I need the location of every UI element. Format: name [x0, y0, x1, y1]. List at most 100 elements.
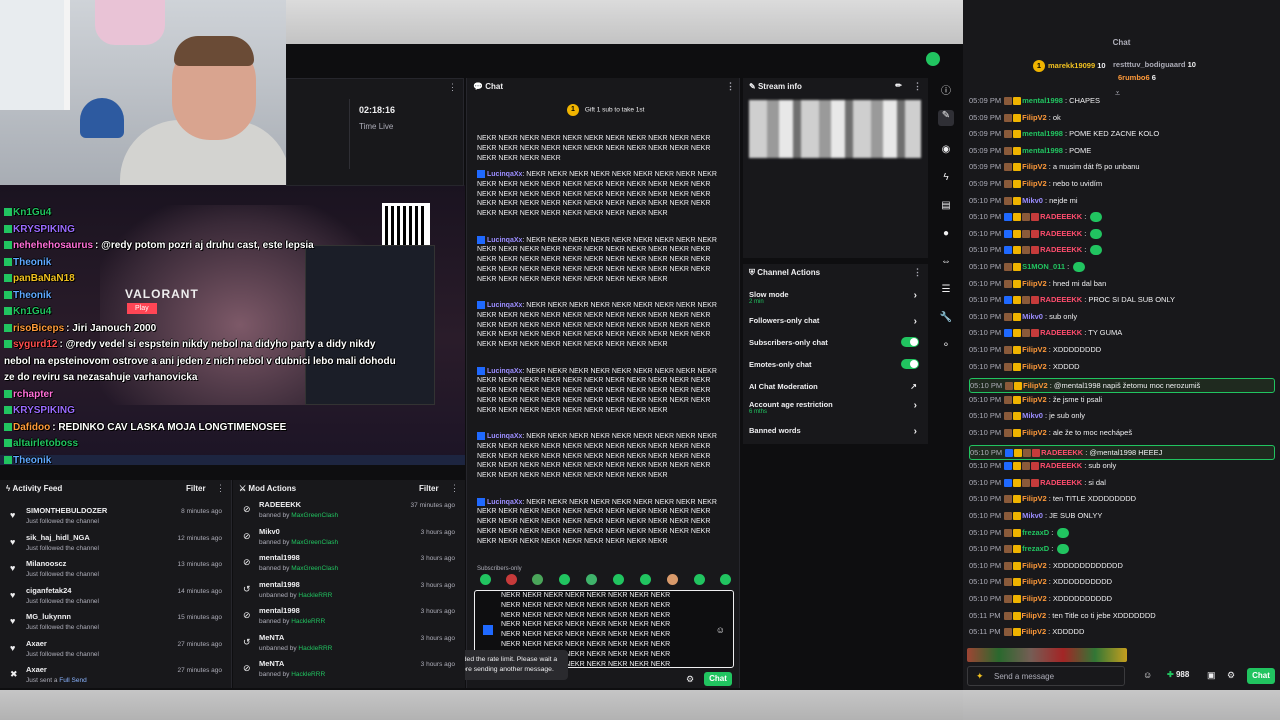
kebab-icon[interactable]: ⋮ — [726, 81, 735, 92]
emote-row[interactable] — [967, 648, 1127, 662]
chat-username[interactable]: LucinqaXx — [487, 433, 522, 440]
emote-icon[interactable] — [667, 574, 678, 585]
chat-username[interactable]: LucinqaXx — [487, 302, 522, 309]
chat-username[interactable]: FilipV2 — [1022, 362, 1047, 371]
chat-username[interactable]: LucinqaXx — [487, 368, 522, 375]
emote-icon[interactable] — [480, 574, 491, 585]
mod-action-username[interactable]: Mikv0 — [259, 527, 280, 536]
chat-username[interactable]: S1MON_011 — [1022, 262, 1065, 271]
channel-action-followers-only-chat[interactable]: Followers-only chat › — [749, 316, 923, 327]
channel-action-slow-mode[interactable]: Slow mode 2 min › — [749, 290, 923, 305]
toggle-switch[interactable] — [901, 337, 919, 347]
chat-send-button[interactable]: Chat — [704, 672, 732, 686]
resize-icon[interactable]: ⇔ — [938, 256, 954, 272]
pencil-icon[interactable]: ✏ — [895, 81, 902, 90]
channel-action-banned-words[interactable]: Banned words › — [749, 426, 923, 437]
mod-filter-button[interactable]: Filter — [419, 484, 439, 493]
channel-action-ai-chat-moderation[interactable]: AI Chat Moderation ↗ — [749, 382, 923, 391]
mod-action-username[interactable]: MeNTA — [259, 633, 284, 642]
activity-username[interactable]: Axaer — [26, 639, 47, 648]
chat-username[interactable]: RADEEEKK — [1040, 295, 1082, 304]
chevron-right-icon[interactable]: › — [914, 316, 917, 327]
activity-username[interactable]: Axaer — [26, 665, 47, 674]
toggle-switch[interactable] — [901, 359, 919, 369]
chat-username[interactable]: Mikv0 — [1022, 511, 1043, 520]
emote-icon[interactable] — [720, 574, 731, 585]
mod-action-username[interactable]: MeNTA — [259, 659, 284, 668]
chat-username[interactable]: FilipV2 — [1022, 428, 1047, 437]
chat-username[interactable]: RADEEEKK — [1040, 478, 1082, 487]
emote-icon[interactable] — [640, 574, 651, 585]
chat-bubble-icon[interactable]: ● — [938, 228, 954, 244]
lightning-icon[interactable]: ϟ — [938, 172, 954, 188]
gift-banner[interactable]: 1 Gift 1 sub to take 1st — [567, 104, 644, 116]
emote-picker-icon[interactable]: ☺ — [716, 625, 725, 635]
chat-username[interactable]: FilipV2 — [1022, 494, 1047, 503]
activity-filter-button[interactable]: Filter — [186, 484, 206, 493]
chat-username[interactable]: LucinqaXx — [487, 499, 522, 506]
chat-username[interactable]: Mikv0 — [1022, 196, 1043, 205]
gift-icon[interactable]: ▣ — [1207, 670, 1216, 681]
leaderboard-entry[interactable]: restttuv_bodiguaard 10 — [1113, 60, 1196, 69]
pen-icon[interactable]: ✎ — [938, 110, 954, 126]
send-message-input[interactable]: ✦ Send a message — [967, 666, 1125, 686]
kebab-icon[interactable]: ⋮ — [913, 267, 922, 278]
channel-action-emotes-only-chat[interactable]: Emotes-only chat — [749, 359, 923, 369]
chat-username[interactable]: FilipV2 — [1022, 611, 1047, 620]
chevron-right-icon[interactable]: › — [914, 290, 917, 301]
chat-username[interactable]: FilipV2 — [1022, 577, 1047, 586]
twitch-chat-send-button[interactable]: Chat — [1247, 668, 1275, 684]
share-icon[interactable]: ⚬ — [938, 340, 954, 356]
activity-username[interactable]: sik_haj_hidl_NGA — [26, 533, 90, 542]
kebab-icon[interactable]: ⋮ — [216, 483, 225, 494]
record-icon[interactable]: ◉ — [938, 144, 954, 160]
chat-username[interactable]: RADEEEKK — [1040, 461, 1082, 470]
kebab-icon[interactable]: ⋮ — [448, 82, 457, 93]
chat-username[interactable]: FilipV2 — [1022, 395, 1047, 404]
mod-action-username[interactable]: mental1998 — [259, 553, 300, 562]
chat-username[interactable]: mental1998 — [1022, 96, 1063, 105]
chat-username[interactable]: FilipV2 — [1023, 381, 1048, 390]
emote-icon[interactable] — [694, 574, 705, 585]
wrench-icon[interactable]: 🔧 — [938, 312, 954, 328]
emote-icon[interactable] — [613, 574, 624, 585]
mod-action-username[interactable]: mental1998 — [259, 606, 300, 615]
chat-username[interactable]: RADEEEKK — [1041, 448, 1083, 457]
emote-icon[interactable] — [559, 574, 570, 585]
emote-icon[interactable] — [586, 574, 597, 585]
info-icon[interactable]: ⓘ — [938, 82, 954, 98]
list-icon[interactable]: ☰ — [938, 284, 954, 300]
chat-username[interactable]: frezaxD — [1022, 528, 1049, 537]
chat-username[interactable]: LucinqaXx — [487, 237, 522, 244]
activity-username[interactable]: MG_lukynnn — [26, 612, 71, 621]
leaderboard-entry[interactable]: 1 marekk19099 10 — [1033, 60, 1106, 72]
chat-username[interactable]: frezaxD — [1022, 544, 1049, 553]
kebab-icon[interactable]: ⋮ — [450, 483, 459, 494]
chat-username[interactable]: FilipV2 — [1022, 113, 1047, 122]
chat-username[interactable]: FilipV2 — [1022, 594, 1047, 603]
chat-username[interactable]: FilipV2 — [1022, 162, 1047, 171]
activity-username[interactable]: SIMONTHEBULDOZER — [26, 506, 107, 515]
chat-username[interactable]: LucinqaXx — [487, 171, 522, 178]
chat-username[interactable]: FilipV2 — [1022, 179, 1047, 188]
chat-username[interactable]: FilipV2 — [1022, 561, 1047, 570]
channel-action-account-age-restriction[interactable]: Account age restriction 6 mths › — [749, 400, 923, 415]
activity-username[interactable]: ciganfetak24 — [26, 586, 71, 595]
chat-username[interactable]: RADEEEKK — [1040, 245, 1082, 254]
settings-icon[interactable]: ⚙ — [686, 674, 694, 685]
channel-action-subscribers-only-chat[interactable]: Subscribers-only chat — [749, 337, 923, 347]
chevron-right-icon[interactable]: › — [914, 426, 917, 437]
chevron-right-icon[interactable]: › — [914, 400, 917, 411]
mod-action-username[interactable]: RADEEEKK — [259, 500, 301, 509]
mod-action-username[interactable]: mental1998 — [259, 580, 300, 589]
emote-picker-icon[interactable]: ☺ — [1143, 670, 1152, 680]
emote-icon[interactable] — [532, 574, 543, 585]
chat-username[interactable]: FilipV2 — [1022, 627, 1047, 636]
chat-username[interactable]: mental1998 — [1022, 146, 1063, 155]
channel-points[interactable]: ✚ 988 — [1167, 670, 1189, 679]
chat-username[interactable]: Mikv0 — [1022, 411, 1043, 420]
chat-username[interactable]: FilipV2 — [1022, 279, 1047, 288]
kebab-icon[interactable]: ⋮ — [913, 81, 922, 92]
chat-username[interactable]: RADEEEKK — [1040, 212, 1082, 221]
external-link-icon[interactable]: ↗ — [910, 382, 917, 391]
